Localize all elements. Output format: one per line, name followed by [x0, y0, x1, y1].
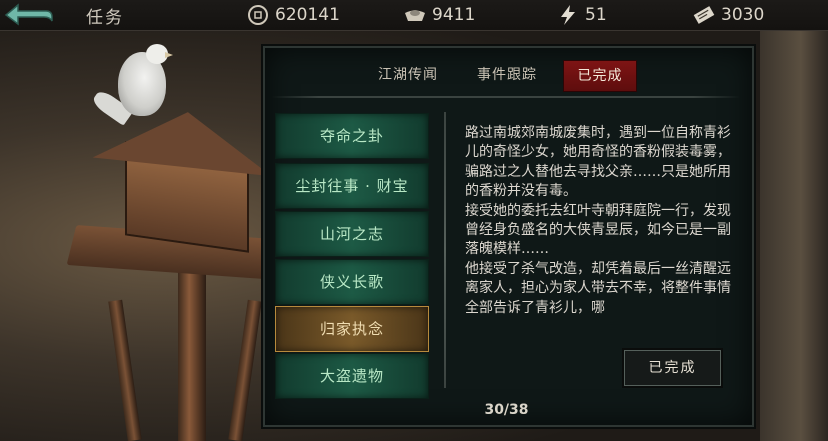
quest-item-sealed-past-treasure[interactable]: 尘封往事 · 财宝	[275, 163, 429, 209]
tab-divider	[272, 96, 740, 98]
tab-rumors[interactable]: 江湖传闻	[373, 60, 443, 90]
page-title: 任务	[86, 8, 124, 28]
quest-item-deadly-divination[interactable]: 夺命之卦	[275, 113, 429, 159]
quest-item-bandit-relic[interactable]: 大盗遗物	[275, 353, 429, 399]
quest-item-mountains-rivers[interactable]: 山河之志	[275, 211, 429, 257]
quest-description: 路过南城郊南城废集时，遇到一位自称青衫儿的奇怪少女，她用奇怪的香粉假装毒雾，骗路…	[465, 125, 731, 316]
quest-tabs: 江湖传闻 事件跟踪 已完成	[263, 60, 750, 92]
energy-counter: 51	[556, 2, 607, 28]
lightning-energy-icon	[556, 4, 580, 26]
tab-tracking[interactable]: 事件跟踪	[469, 60, 545, 90]
background-building	[760, 30, 828, 441]
back-button[interactable]	[2, 2, 54, 28]
pigeon-beak	[165, 52, 173, 58]
silver-ingot-icon	[403, 4, 427, 26]
ticket-counter: 3030	[692, 2, 764, 28]
silver-counter: 9411	[403, 2, 475, 28]
silver-value: 9411	[432, 5, 476, 25]
tab-completed[interactable]: 已完成	[563, 60, 637, 92]
completed-button[interactable]: 已完成	[624, 350, 721, 386]
copper-coin-icon	[246, 4, 270, 26]
coin-counter: 620141	[246, 2, 340, 28]
energy-value: 51	[585, 5, 607, 25]
quest-item-homecoming[interactable]: 归家执念	[275, 306, 429, 352]
quest-counter: 30/38	[484, 402, 529, 418]
ticket-scroll-icon	[692, 4, 716, 26]
quest-item-chivalry-song[interactable]: 侠义长歌	[275, 259, 429, 305]
back-arrow-icon	[4, 3, 53, 26]
panel-divider	[444, 112, 446, 388]
ticket-value: 3030	[721, 5, 765, 25]
coin-value: 620141	[275, 5, 340, 25]
top-bar: 任务 620141 9411 51 3030	[0, 0, 828, 31]
